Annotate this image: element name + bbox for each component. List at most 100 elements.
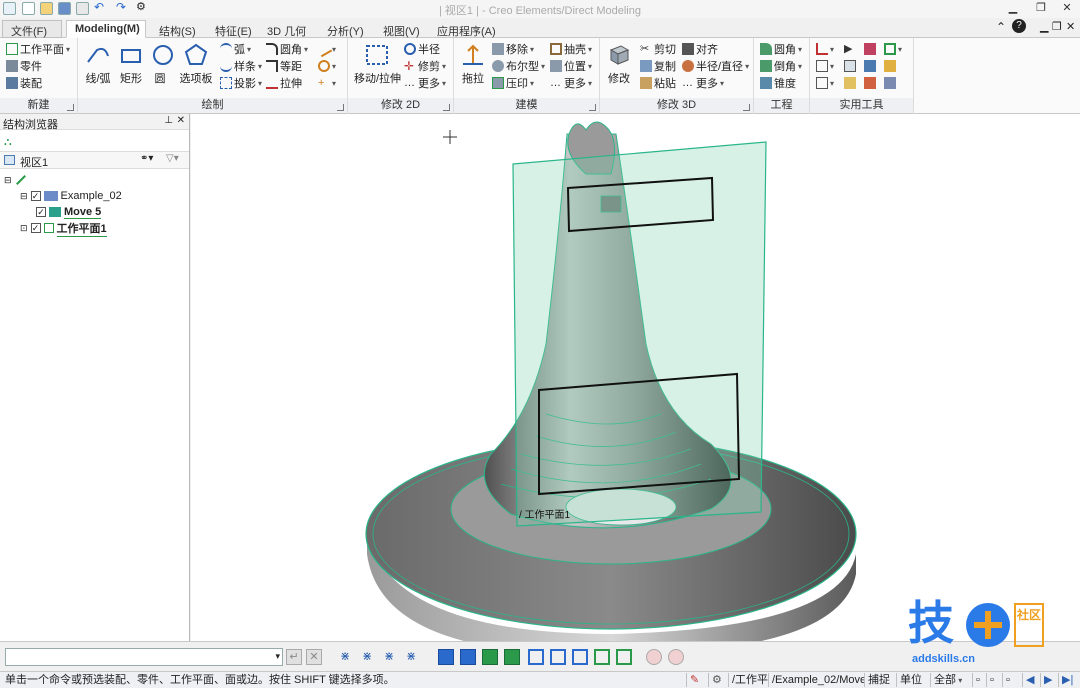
trim-button[interactable]: ✛ 修剪 ▾ — [404, 58, 446, 74]
workplane-1[interactable] — [512, 141, 767, 527]
status-path[interactable]: /Example_02/Move_5 — [768, 673, 864, 687]
align-button[interactable]: 对齐 — [682, 41, 718, 57]
utility-frame-button[interactable]: ▾ — [884, 41, 902, 57]
ribbon-minimize-icon[interactable]: ⌃ — [996, 20, 1006, 34]
select-mode-icon-4[interactable]: ⋇ — [406, 649, 422, 665]
assembly-button[interactable]: 装配 — [6, 75, 42, 91]
tab-analysis[interactable]: 分析(Y) — [318, 20, 373, 38]
status-icon-c[interactable]: ▫ — [1002, 673, 1016, 687]
draft-button[interactable]: 锥度 — [760, 75, 796, 91]
view-back-icon[interactable] — [460, 649, 476, 665]
visibility-checkbox[interactable]: ✓ — [30, 223, 41, 233]
visibility-checkbox[interactable]: ✓ — [30, 191, 41, 201]
utility-recover-button[interactable] — [864, 75, 876, 91]
view-bottom-icon[interactable] — [504, 649, 520, 665]
more-3d-button[interactable]: … 更多 ▾ — [682, 75, 724, 91]
project-button[interactable]: 投影 ▾ — [220, 75, 262, 91]
offset-button[interactable]: 等距 — [266, 58, 302, 74]
collapse-icon[interactable]: ⊟ — [4, 175, 12, 186]
status-workplane[interactable]: /工作平 — [728, 673, 768, 687]
boolean-button[interactable]: 布尔型 ▾ — [492, 58, 545, 74]
visibility-checkbox[interactable]: ✓ — [36, 207, 46, 217]
chevron-down-icon[interactable]: ▾ — [275, 651, 280, 662]
command-input[interactable]: ▾ — [5, 648, 283, 666]
units-button[interactable]: 单位 — [896, 673, 930, 687]
utility-dimension-button[interactable]: ▾ — [816, 58, 834, 74]
utility-select-button[interactable]: ▶ — [844, 41, 856, 57]
dialog-launcher-icon[interactable] — [67, 104, 74, 111]
draw-line-tool[interactable]: ▾ — [315, 40, 336, 58]
view-left-icon[interactable] — [528, 649, 544, 665]
dialog-launcher-icon[interactable] — [337, 104, 344, 111]
cancel-icon[interactable]: ✕ — [306, 649, 322, 665]
radius-diameter-button[interactable]: 半径/直径 ▾ — [682, 58, 749, 74]
tab-applications[interactable]: 应用程序(A) — [428, 20, 505, 38]
status-icon-a[interactable]: ▫ — [972, 673, 986, 687]
part-button[interactable]: 零件 — [6, 58, 42, 74]
extend-button[interactable]: 拉伸 — [266, 75, 302, 91]
view-normal-icon[interactable] — [616, 649, 632, 665]
tree-item-workplane-1[interactable]: ⊡ ✓ 工作平面1 — [20, 220, 107, 237]
utility-grid-button[interactable] — [864, 58, 876, 74]
dialog-launcher-icon[interactable] — [443, 104, 450, 111]
rectangle-button[interactable]: 矩形 — [118, 42, 144, 86]
collapse-icon[interactable]: ⊟ — [20, 191, 28, 202]
filter-icon[interactable]: ▽▾ — [166, 153, 179, 164]
tree-item-example-02[interactable]: ⊟ ✓ Example_02 — [20, 188, 122, 204]
tab-modeling[interactable]: Modeling(M) — [66, 20, 146, 38]
more-2d-button[interactable]: … 更多 ▾ — [404, 75, 446, 91]
expand-icon[interactable]: ⊡ — [20, 223, 28, 234]
utility-measure-button[interactable]: ▾ — [816, 41, 834, 57]
view-front-icon[interactable] — [438, 649, 454, 665]
utility-calc-button[interactable] — [884, 75, 896, 91]
more-build-button[interactable]: … 更多 ▾ — [550, 75, 592, 91]
draw-cross-tool[interactable]: + ▾ — [318, 75, 336, 91]
utility-annotate-button[interactable] — [844, 75, 856, 91]
view-right-icon[interactable] — [550, 649, 566, 665]
select-mode-icon-2[interactable]: ⋇ — [362, 649, 378, 665]
error-log-icon[interactable]: ✎ — [686, 673, 708, 687]
clip-mode-icon[interactable] — [668, 649, 684, 665]
round-button[interactable]: 圆角 ▾ — [760, 41, 802, 57]
pin-icon[interactable]: ⊥ — [164, 115, 173, 126]
window-close-icon[interactable]: ✕ — [1066, 20, 1075, 33]
window-restore-icon[interactable]: ❐ — [1052, 20, 1062, 33]
utility-select2-button[interactable] — [864, 41, 876, 57]
enter-icon[interactable]: ↵ — [286, 649, 302, 665]
radius-button[interactable]: 半径 — [404, 41, 440, 57]
select-mode-icon-3[interactable]: ⋇ — [384, 649, 400, 665]
imprint-button[interactable]: 压印 ▾ — [492, 75, 534, 91]
3d-viewport[interactable]: / 工作平面1 — [191, 114, 1080, 641]
view-fit-icon[interactable] — [594, 649, 610, 665]
utility-list-button[interactable] — [844, 58, 856, 74]
close-button[interactable]: ✕ — [1058, 1, 1076, 16]
position-button[interactable]: 位置 ▾ — [550, 58, 592, 74]
paste-button[interactable]: 粘贴 — [640, 75, 676, 91]
arc-button[interactable]: 弧 ▾ — [220, 41, 251, 57]
view-iso-icon[interactable] — [572, 649, 588, 665]
next-icon[interactable]: ▶ — [1040, 673, 1056, 687]
view-top-icon[interactable] — [482, 649, 498, 665]
options-board-button[interactable]: 选项板 — [178, 42, 214, 86]
browser-tree-tab-icon[interactable]: ⛬ — [4, 136, 12, 149]
close-panel-icon[interactable]: ✕ — [177, 115, 185, 126]
tree-item-move-5[interactable]: ✓ Move 5 — [36, 204, 102, 220]
chamfer-button[interactable]: 倒角 ▾ — [760, 58, 802, 74]
circle-button[interactable]: 圆 — [150, 42, 173, 86]
render-mode-icon[interactable] — [646, 649, 662, 665]
pull-button[interactable]: 拖拉 — [458, 42, 488, 86]
snap-button[interactable]: 捕捉 — [864, 673, 896, 687]
move-stretch-button[interactable]: 移动/拉伸 — [354, 42, 401, 86]
binoculars-icon[interactable]: ⚭▾ — [140, 153, 153, 164]
tab-view[interactable]: 视图(V) — [374, 20, 429, 38]
tab-features[interactable]: 特征(E) — [206, 20, 261, 38]
utility-table-button[interactable] — [884, 58, 896, 74]
view-selector-row[interactable]: 视区1 ⚭▾ ▽▾ — [0, 151, 189, 169]
workplane-button[interactable]: 工作平面 ▾ — [6, 41, 70, 57]
status-icon-b[interactable]: ▫ — [986, 673, 1000, 687]
tab-3d-geometry[interactable]: 3D 几何 — [258, 20, 315, 38]
shell-button[interactable]: 抽壳 ▾ — [550, 41, 592, 57]
remove-button[interactable]: 移除 ▾ — [492, 41, 534, 57]
restore-button[interactable]: ❐ — [1032, 1, 1050, 16]
model-canvas[interactable]: / 工作平面1 — [191, 114, 1080, 641]
